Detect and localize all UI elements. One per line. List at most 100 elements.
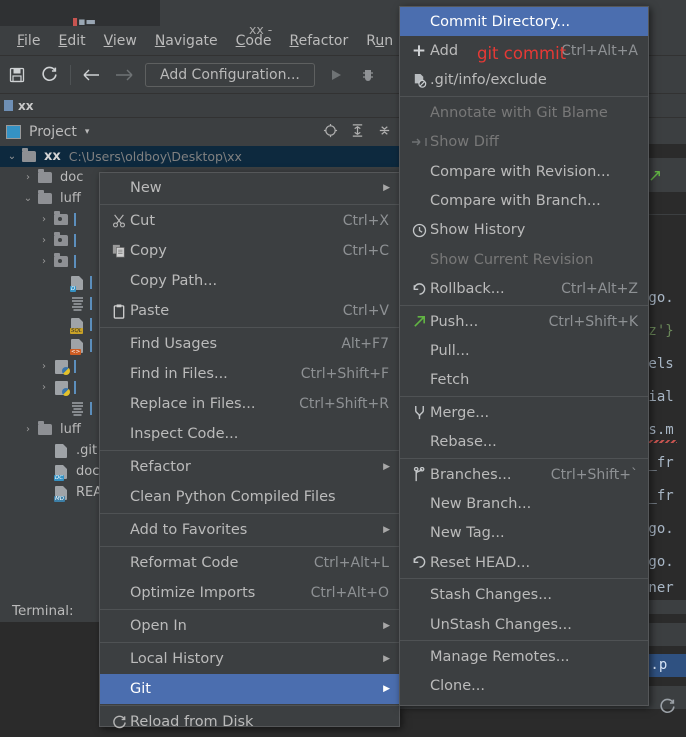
file-database-icon: D <box>68 275 86 292</box>
refresh-icon[interactable] <box>38 64 60 86</box>
vcs-color-bar <box>90 297 92 310</box>
run-play-icon[interactable] <box>325 64 347 86</box>
git-menu-item-show-diff: Show Diff <box>400 128 648 157</box>
chevron-right-icon[interactable]: › <box>36 382 52 393</box>
git-menu-item-push[interactable]: Push... Ctrl+Shift+K <box>400 307 648 336</box>
context-menu-item-clean-python-compiled-files[interactable]: Clean Python Compiled Files <box>100 482 399 512</box>
menubar-item-edit[interactable]: Edit <box>49 31 94 51</box>
chevron-right-icon[interactable]: › <box>36 214 52 225</box>
context-menu-item-cut[interactable]: Cut Ctrl+X <box>100 206 399 236</box>
git-menu-item-unstash-changes[interactable]: UnStash Changes... <box>400 610 648 639</box>
context-menu-item-refactor[interactable]: Refactor ▶ <box>100 452 399 482</box>
chevron-down-icon[interactable]: ⌄ <box>20 193 36 204</box>
menubar-item-refactor[interactable]: Refactor <box>280 31 357 51</box>
chevron-down-icon[interactable]: ⌄ <box>4 151 20 162</box>
chevron-right-icon[interactable]: › <box>20 172 36 183</box>
menu-item-label: Local History <box>130 651 224 667</box>
menu-item-label: Add to Favorites <box>130 522 248 538</box>
git-menu-item-stash-changes[interactable]: Stash Changes... <box>400 580 648 609</box>
arrow-left-icon[interactable] <box>81 64 103 86</box>
file-sql-icon: SQL <box>68 317 86 334</box>
context-menu-item-find-usages[interactable]: Find Usages Alt+F7 <box>100 329 399 359</box>
git-menu-item-commit-directory[interactable]: Commit Directory... <box>400 7 648 37</box>
breadcrumb-project[interactable]: xx <box>18 99 33 113</box>
context-menu-item-local-history[interactable]: Local History ▶ <box>100 644 399 674</box>
debug-icon[interactable] <box>357 64 379 86</box>
git-menu-item-git-info-exclude[interactable]: .git/info/exclude <box>400 66 648 95</box>
context-menu-item-add-to-favorites[interactable]: Add to Favorites ▶ <box>100 515 399 545</box>
run-configuration-selector[interactable]: Add Configuration... <box>145 62 315 87</box>
context-menu-item-reload-from-disk[interactable]: Reload from Disk <box>100 707 399 737</box>
context-menu-item-copy-path[interactable]: Copy Path... <box>100 266 399 296</box>
chevron-right-icon: ▶ <box>383 525 390 535</box>
git-menu-item-compare-with-branch[interactable]: Compare with Branch... <box>400 186 648 215</box>
menubar-item-view[interactable]: View <box>95 31 146 51</box>
chevron-right-icon[interactable]: › <box>36 361 52 372</box>
git-menu-item-clone[interactable]: Clone... <box>400 672 648 701</box>
arrow-right-icon[interactable] <box>113 64 135 86</box>
git-menu-item-compare-with-revision[interactable]: Compare with Revision... <box>400 157 648 186</box>
context-menu-item-reformat-code[interactable]: Reformat Code Ctrl+Alt+L <box>100 548 399 578</box>
git-submenu[interactable]: Commit Directory... + Add Ctrl+Alt+A .gi… <box>399 6 649 706</box>
project-toolwindow-header[interactable]: Project ▾ <box>0 118 400 146</box>
menu-separator <box>100 546 399 547</box>
git-menu-item-show-history[interactable]: Show History <box>400 216 648 245</box>
menu-item-shortcut: Ctrl+X <box>342 213 389 229</box>
context-menu-item-optimize-imports[interactable]: Optimize Imports Ctrl+Alt+O <box>100 578 399 608</box>
spacer: › <box>36 487 52 498</box>
menubar-item-navigate[interactable]: Navigate <box>146 31 227 51</box>
tree-row-project-root[interactable]: ⌄ xx C:\Users\oldboy\Desktop\xx <box>0 146 400 167</box>
context-menu-item-replace-in-files[interactable]: Replace in Files... Ctrl+Shift+R <box>100 389 399 419</box>
chevron-right-icon[interactable]: › <box>36 235 52 246</box>
chevron-down-icon[interactable]: ▾ <box>85 127 90 137</box>
expand-all-icon[interactable] <box>350 123 365 142</box>
context-menu-item-copy[interactable]: Copy Ctrl+C <box>100 236 399 266</box>
chevron-right-icon[interactable]: › <box>36 256 52 267</box>
context-menu-item-inspect-code[interactable]: Inspect Code... <box>100 419 399 449</box>
collapse-all-icon[interactable] <box>377 123 392 142</box>
project-toolwindow-title[interactable]: Project <box>29 124 77 140</box>
git-menu-item-reset-head[interactable]: Reset HEAD... <box>400 548 648 577</box>
git-menu-item-rebase[interactable]: Rebase... <box>400 427 648 456</box>
menu-item-label: Compare with Branch... <box>430 193 601 210</box>
menu-separator <box>400 640 648 642</box>
refresh-icon[interactable] <box>659 698 676 719</box>
locate-icon[interactable] <box>323 123 338 142</box>
git-menu-item-new-tag[interactable]: New Tag... <box>400 519 648 548</box>
file-html-icon: <> <box>68 338 86 355</box>
menu-item-label: Find Usages <box>130 336 218 352</box>
context-menu-item-find-in-files[interactable]: Find in Files... Ctrl+Shift+F <box>100 359 399 389</box>
chevron-right-icon: ▶ <box>383 462 390 472</box>
git-menu-item-branches[interactable]: Branches... Ctrl+Shift+` <box>400 460 648 489</box>
context-menu-item-new[interactable]: New ▶ <box>100 173 399 203</box>
rollback-icon <box>408 282 430 297</box>
git-menu-item-manage-remotes[interactable]: Manage Remotes... <box>400 642 648 671</box>
file-exclude-icon <box>408 73 430 88</box>
git-menu-item-merge[interactable]: Merge... <box>400 398 648 427</box>
git-menu-item-fetch[interactable]: Fetch <box>400 366 648 395</box>
chevron-right-icon[interactable]: › <box>20 424 36 435</box>
folder-package-icon <box>52 232 70 246</box>
menu-item-label: Cut <box>130 213 155 229</box>
project-context-menu[interactable]: New ▶ Cut Ctrl+X Copy Ctrl+C Copy Path..… <box>99 172 400 730</box>
save-icon[interactable] <box>6 64 28 86</box>
git-menu-item-add[interactable]: + Add Ctrl+Alt+A <box>400 36 648 65</box>
vcs-color-bar <box>74 234 76 247</box>
folder-icon <box>36 190 54 204</box>
git-menu-item-pull[interactable]: Pull... <box>400 336 648 365</box>
menu-item-label: Commit Directory... <box>430 13 571 30</box>
git-menu-item-rollback[interactable]: Rollback... Ctrl+Alt+Z <box>400 275 648 304</box>
folder-icon <box>36 169 54 183</box>
clipboard-icon <box>108 303 130 319</box>
python-file-icon <box>52 380 70 396</box>
git-menu-item-new-branch[interactable]: New Branch... <box>400 489 648 518</box>
context-menu-item-git[interactable]: Git ▶ <box>100 674 399 704</box>
menu-item-label: Git <box>130 681 151 697</box>
title-bar-text-fragment: ▮▪▬ <box>72 18 96 26</box>
context-menu-item-paste[interactable]: Paste Ctrl+V <box>100 296 399 326</box>
context-menu-item-open-in[interactable]: Open In ▶ <box>100 611 399 641</box>
menubar-item-file[interactable]: File <box>8 31 49 51</box>
menu-item-shortcut: Ctrl+Alt+A <box>561 43 638 60</box>
menubar-item-run[interactable]: Run <box>357 31 402 51</box>
spacer: › <box>36 466 52 477</box>
